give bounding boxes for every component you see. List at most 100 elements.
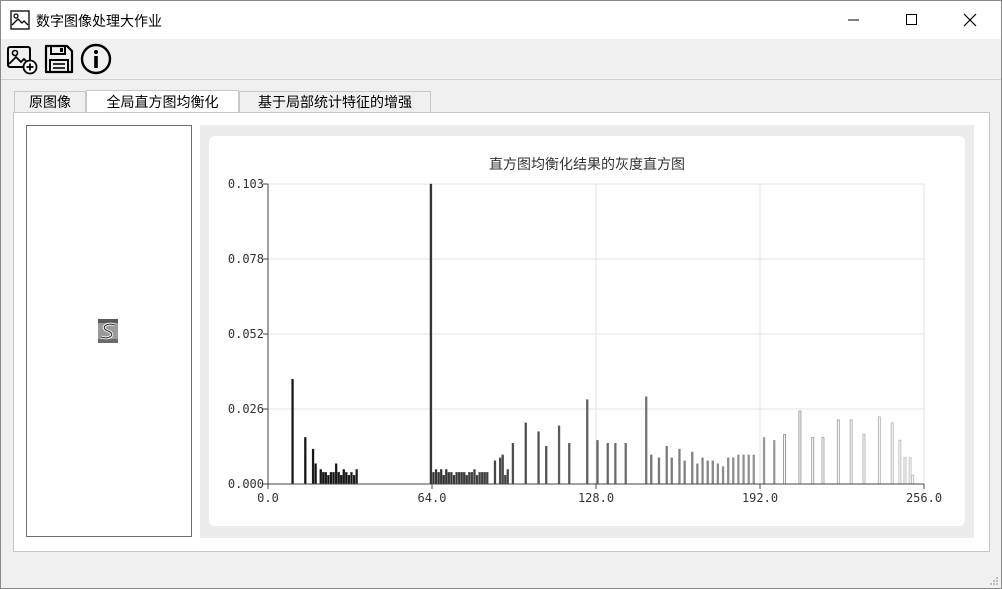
histogram-bar [450, 472, 453, 485]
x-tick-label: 64.0 [418, 491, 447, 505]
histogram-bar [457, 472, 461, 485]
histogram-bar [752, 454, 755, 485]
histogram-bar [447, 472, 450, 485]
floppy-disk-icon[interactable] [42, 42, 76, 76]
histogram-bar [504, 475, 507, 485]
histogram-bar [340, 475, 343, 485]
chart-title: 直方图均衡化结果的灰度直方图 [489, 156, 685, 173]
histogram-bar [493, 460, 497, 485]
histogram-bar [747, 454, 750, 485]
image-add-icon[interactable] [5, 42, 39, 76]
window-title: 数字图像处理大作业 [36, 14, 162, 30]
histogram-bar [742, 454, 745, 485]
histogram-bar [463, 472, 466, 485]
thumbnail-image [98, 319, 118, 343]
histogram-bar [322, 472, 325, 485]
histogram-bar [334, 463, 338, 485]
axes: 0.0 64.0 128.0 192.0 256.0 0.000 0.026 0.052 0.0… [228, 177, 942, 505]
histogram-bar [650, 454, 653, 485]
histogram-bar [890, 422, 894, 485]
histogram-bar [314, 463, 317, 485]
histogram-bar [557, 425, 561, 485]
histogram-bar [706, 460, 709, 485]
histogram-bar [696, 463, 699, 485]
histogram-chart: 直方图均衡化结果的灰度直方图 0.0 64.0 128.0 192.0 256.00.0… [228, 156, 942, 505]
y-tick-label: 0.052 [228, 327, 264, 341]
histogram-bar [460, 472, 463, 485]
histogram-bar [614, 443, 617, 485]
histogram-bar [811, 436, 815, 485]
x-tick-label: 0.0 [257, 491, 279, 505]
histogram-bar [665, 445, 668, 485]
histogram-bar [908, 457, 912, 485]
info-circle-icon[interactable] [79, 42, 113, 76]
histogram-bar [586, 399, 589, 485]
histogram-bar [304, 437, 307, 485]
histogram-bar [437, 472, 440, 485]
close-button[interactable] [941, 1, 999, 39]
histogram-bar [762, 437, 766, 485]
histogram-bar [783, 433, 787, 485]
histogram-bar [445, 469, 448, 485]
histogram-bar [483, 472, 486, 485]
close-icon [963, 13, 977, 27]
histogram-bar [727, 457, 730, 485]
histogram-bar [849, 419, 853, 485]
histogram-bar [798, 410, 802, 485]
minimize-icon [848, 19, 859, 21]
y-tick-label: 0.026 [228, 402, 264, 416]
histogram-bar [716, 463, 720, 485]
histogram-bar [440, 469, 443, 485]
histogram-bar [455, 472, 458, 485]
histogram-bar [596, 440, 599, 485]
histogram-bar [606, 443, 609, 485]
histogram-bar [501, 454, 504, 485]
histogram-bar [701, 457, 704, 485]
size-grip-icon[interactable] [989, 576, 999, 586]
tab-original-image[interactable]: 原图像 [14, 91, 86, 112]
toolbar [1, 39, 1001, 80]
y-tick-label: 0.000 [228, 477, 264, 491]
histogram-bar [332, 472, 335, 485]
histogram-bar [773, 440, 776, 485]
histogram-bar [898, 439, 902, 485]
title-bar: 数字图像处理大作业 [1, 1, 1001, 39]
histogram-bar [691, 451, 694, 485]
histogram-bar [470, 472, 474, 485]
histogram-bar [473, 469, 476, 485]
histogram-bar [657, 457, 661, 485]
chart-view: 直方图均衡化结果的灰度直方图 0.0 64.0 128.0 192.0 256.0 0.0… [200, 125, 974, 538]
histogram-bar [350, 472, 353, 485]
histogram-bar [737, 454, 740, 485]
histogram-bar [442, 475, 445, 485]
x-tick-label: 192.0 [742, 491, 778, 505]
histogram-bar [711, 460, 714, 485]
tab-local-enhancement[interactable]: 基于局部统计特征的增强 [239, 91, 431, 112]
histogram-bar [862, 433, 866, 485]
histogram-bar [465, 475, 468, 485]
histogram-bar [624, 443, 627, 485]
tab-panel: 直方图均衡化结果的灰度直方图 0.0 64.0 128.0 192.0 256.0 0.0… [13, 112, 990, 552]
histogram-bar [478, 472, 481, 485]
main-window: 数字图像处理大作业 原图像 全局直方图均衡化 基于局部统计特征的增强 直方图均衡… [0, 0, 1002, 589]
histogram-bar [506, 469, 509, 485]
x-tick-label: 256.0 [906, 491, 942, 505]
histogram-bar [678, 448, 681, 485]
histogram-bar [352, 475, 356, 485]
maximize-button[interactable] [883, 1, 941, 39]
histogram-bar [291, 378, 294, 485]
histogram-bar [911, 474, 915, 485]
y-tick-label: 0.078 [228, 252, 264, 266]
tab-global-equalization[interactable]: 全局直方图均衡化 [86, 90, 239, 112]
minimize-button[interactable] [825, 1, 883, 39]
histogram-bar [721, 466, 725, 485]
histogram-bar [429, 183, 433, 485]
histogram-bar [524, 422, 527, 485]
picture-icon [10, 10, 30, 30]
histogram-bar [511, 443, 515, 485]
histogram-bar [683, 460, 686, 485]
histogram-bar [537, 431, 540, 485]
histogram-bar [324, 472, 327, 485]
histogram-bar [836, 419, 840, 485]
histogram-bar [732, 457, 735, 485]
